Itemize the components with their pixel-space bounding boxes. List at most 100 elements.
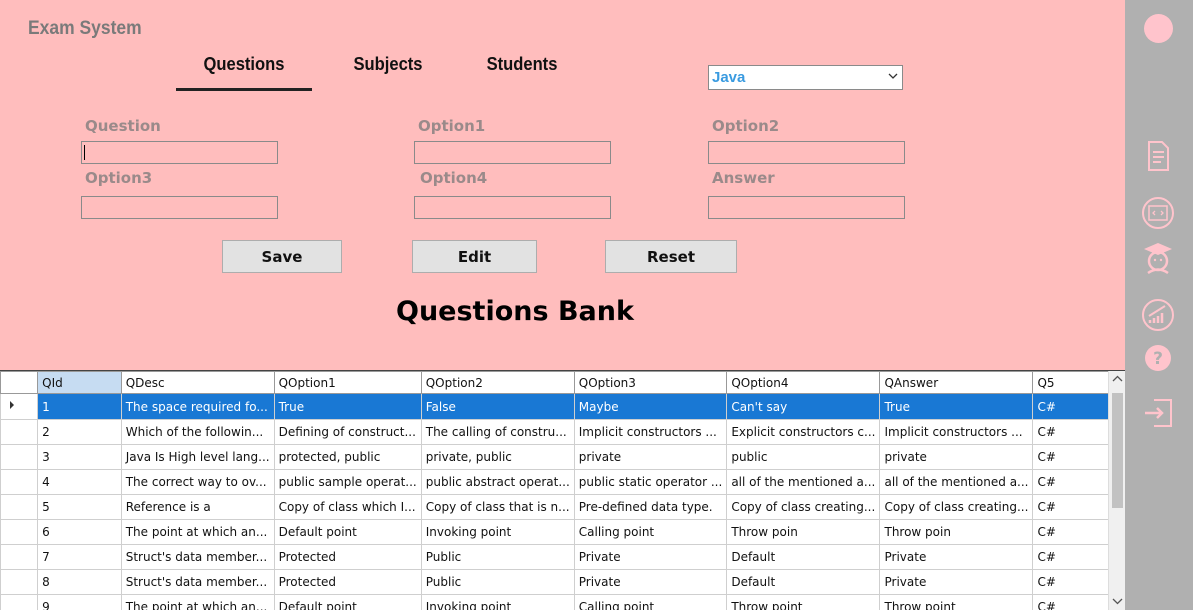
tab-students[interactable]: Students: [476, 54, 568, 75]
table-cell[interactable]: Default: [726, 569, 881, 595]
column-header[interactable]: QOption1: [273, 371, 422, 394]
table-cell[interactable]: True: [879, 393, 1034, 420]
table-cell[interactable]: all of the mentioned a...: [726, 469, 881, 495]
graduate-student-icon[interactable]: [1140, 240, 1176, 276]
table-cell[interactable]: 2: [37, 419, 122, 445]
table-cell[interactable]: 5: [37, 494, 122, 520]
column-header[interactable]: QAnswer: [879, 371, 1034, 394]
row-header[interactable]: [0, 469, 39, 495]
table-cell[interactable]: 9: [37, 594, 122, 610]
option2-input[interactable]: [708, 141, 905, 164]
table-cell[interactable]: C#: [1032, 544, 1116, 570]
answer-input[interactable]: [708, 196, 905, 219]
row-header[interactable]: [0, 494, 39, 520]
table-cell[interactable]: Copy of class that is n...: [420, 494, 575, 520]
table-cell[interactable]: all of the mentioned a...: [879, 469, 1034, 495]
column-header[interactable]: QOption3: [573, 371, 728, 394]
code-window-icon[interactable]: [1140, 195, 1176, 231]
table-cell[interactable]: The correct way to ov...: [120, 469, 275, 495]
table-row[interactable]: 4 The correct way to ov... public sample o…: [0, 469, 1125, 495]
save-button[interactable]: Save: [222, 240, 342, 273]
scroll-up-icon[interactable]: [1112, 375, 1123, 383]
reset-button[interactable]: Reset: [605, 240, 737, 273]
table-cell[interactable]: public static operator ...: [573, 469, 728, 495]
table-cell[interactable]: C#: [1032, 519, 1116, 545]
help-icon[interactable]: ?: [1140, 340, 1176, 376]
column-header[interactable]: QId: [37, 371, 122, 394]
table-cell[interactable]: Invoking point: [420, 519, 575, 545]
table-cell[interactable]: Private: [879, 569, 1034, 595]
table-cell[interactable]: Protected: [273, 569, 422, 595]
scrollbar-thumb[interactable]: [1112, 393, 1123, 508]
table-cell[interactable]: Maybe: [573, 393, 728, 420]
table-cell[interactable]: public: [726, 444, 881, 470]
table-row[interactable]: 3 Java Is High level lang... protected, pu…: [0, 444, 1125, 470]
row-header[interactable]: [0, 544, 39, 570]
table-cell[interactable]: C#: [1032, 419, 1116, 445]
table-cell[interactable]: Can't say: [726, 393, 881, 420]
table-cell[interactable]: Protected: [273, 544, 422, 570]
chart-growth-icon[interactable]: [1140, 297, 1176, 333]
table-cell[interactable]: Private: [573, 569, 728, 595]
table-cell[interactable]: private: [573, 444, 728, 470]
table-cell[interactable]: The point at which an...: [120, 519, 275, 545]
table-cell[interactable]: Implicit constructors ...: [879, 419, 1034, 445]
table-cell[interactable]: Calling point: [573, 519, 728, 545]
table-cell[interactable]: Which of the followin...: [120, 419, 275, 445]
table-cell[interactable]: The point at which an...: [120, 594, 275, 610]
row-header[interactable]: [0, 393, 39, 420]
avatar[interactable]: [1144, 14, 1173, 43]
table-cell[interactable]: Explicit constructors c...: [726, 419, 881, 445]
table-cell[interactable]: Public: [420, 569, 575, 595]
table-cell[interactable]: C#: [1032, 469, 1116, 495]
vertical-scrollbar[interactable]: [1108, 371, 1125, 610]
table-cell[interactable]: public sample operat...: [273, 469, 422, 495]
table-cell[interactable]: Throw point: [879, 594, 1034, 610]
tab-subjects[interactable]: Subjects: [342, 54, 434, 75]
table-cell[interactable]: 1: [37, 393, 122, 420]
table-cell[interactable]: 7: [37, 544, 122, 570]
question-input[interactable]: [81, 141, 278, 164]
document-icon[interactable]: [1140, 138, 1176, 174]
row-header[interactable]: [0, 444, 39, 470]
table-cell[interactable]: Reference is a: [120, 494, 275, 520]
table-row[interactable]: 8 Struct's data member... Protected Public P…: [0, 569, 1125, 595]
table-cell[interactable]: Java Is High level lang...: [120, 444, 275, 470]
edit-button[interactable]: Edit: [412, 240, 537, 273]
table-cell[interactable]: The space required fo...: [120, 393, 275, 420]
table-cell[interactable]: 3: [37, 444, 122, 470]
logout-icon[interactable]: [1140, 395, 1176, 431]
option1-input[interactable]: [414, 141, 611, 164]
table-cell[interactable]: C#: [1032, 569, 1116, 595]
column-header[interactable]: QOption2: [420, 371, 575, 394]
table-row[interactable]: 2 Which of the followin... Defining of con…: [0, 419, 1125, 445]
table-row[interactable]: 7 Struct's data member... Protected Public P…: [0, 544, 1125, 570]
table-cell[interactable]: C#: [1032, 393, 1116, 420]
row-header[interactable]: [0, 594, 39, 610]
tab-questions[interactable]: Questions: [181, 54, 306, 75]
column-header[interactable]: Q5: [1032, 371, 1116, 394]
row-header[interactable]: [0, 519, 39, 545]
row-header[interactable]: [0, 569, 39, 595]
column-header[interactable]: QOption4: [726, 371, 881, 394]
table-cell[interactable]: private: [879, 444, 1034, 470]
table-cell[interactable]: Implicit constructors ...: [573, 419, 728, 445]
table-cell[interactable]: Copy of class creating...: [726, 494, 881, 520]
subject-select[interactable]: Java: [708, 65, 903, 90]
table-cell[interactable]: C#: [1032, 494, 1116, 520]
table-cell[interactable]: protected, public: [273, 444, 422, 470]
table-cell[interactable]: Copy of class creating...: [879, 494, 1034, 520]
table-cell[interactable]: 8: [37, 569, 122, 595]
table-cell[interactable]: Default: [726, 544, 881, 570]
questions-grid[interactable]: QId QDesc QOption1 QOption2 QOption3 QOp…: [0, 370, 1125, 610]
table-cell[interactable]: Public: [420, 544, 575, 570]
table-cell[interactable]: Calling point: [573, 594, 728, 610]
table-cell[interactable]: Throw poin: [879, 519, 1034, 545]
table-row[interactable]: 6 The point at which an... Default point In…: [0, 519, 1125, 545]
table-cell[interactable]: Invoking point: [420, 594, 575, 610]
column-header[interactable]: QDesc: [120, 371, 275, 394]
table-row[interactable]: 1 The space required fo... True False Maybe C…: [0, 393, 1125, 420]
table-cell[interactable]: Defining of construct...: [273, 419, 422, 445]
table-cell[interactable]: True: [273, 393, 422, 420]
table-cell[interactable]: The calling of constru...: [420, 419, 575, 445]
